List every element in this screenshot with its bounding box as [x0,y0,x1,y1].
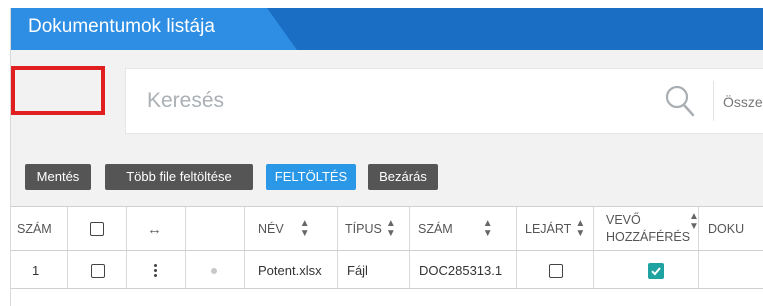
upload-button[interactable]: FELTÖLTÉS [266,164,356,190]
search-icon[interactable] [662,83,698,119]
search-next-field[interactable]: Össze [723,94,763,110]
row-select-checkbox[interactable] [91,252,105,289]
title-bar: Dokumentumok listája [11,8,763,50]
col-header-doku[interactable]: DOKU [708,207,744,251]
table-header: SZÁM ↔ NÉV ▲ ▼ TÍPUS ▲ ▼ SZÁM ▲ ▼ LEJÁRT ▲ ▼… [11,207,763,251]
col-header-tipus[interactable]: TÍPUS ▲ ▼ [345,207,396,251]
file-name[interactable]: Potent.xlsx [258,252,322,289]
close-button[interactable]: Bezárás [368,164,438,190]
title-tab: Dokumentumok listája [11,8,297,50]
col-header-szam2[interactable]: SZÁM ▲ ▼ [418,207,493,251]
col-header-tipus-label: TÍPUS [345,222,382,236]
sort-icon[interactable]: ▲ ▼ [689,212,699,232]
status-dot [211,252,217,289]
check-icon [648,262,664,279]
customer-access-checkbox[interactable] [648,252,664,289]
col-header-szam[interactable]: SZÁM [17,207,52,251]
search-bar: Keresés Össze [125,68,763,134]
window-title: Dokumentumok listája [28,16,215,37]
multi-upload-button[interactable]: Több file feltöltése [105,164,253,190]
col-header-vevo-line2: HOZZÁFÉRÉS [606,230,691,244]
expired-checkbox[interactable] [549,252,563,289]
col-header-vevo[interactable]: VEVŐ HOZZÁFÉRÉS ▲ ▼ [606,207,699,251]
resize-arrows-icon[interactable]: ↔ [147,207,162,251]
sort-icon[interactable]: ▲ ▼ [300,219,310,239]
col-header-nev[interactable]: NÉV ▲ ▼ [258,207,310,251]
col-header-lejart-label: LEJÁRT [525,222,572,236]
row-menu-icon[interactable] [154,252,157,289]
search-divider [713,81,714,121]
table-row[interactable]: 1 Potent.xlsx Fájl DOC285313.1 [11,252,763,289]
row-number: 1 [32,263,40,278]
highlight-box [11,66,105,115]
col-header-lejart[interactable]: LEJÁRT ▲ ▼ [525,207,585,251]
sort-icon[interactable]: ▲ ▼ [575,219,585,239]
col-header-nev-label: NÉV [258,222,284,236]
search-input[interactable]: Keresés [147,89,224,113]
select-all-checkbox[interactable] [90,207,104,251]
col-header-vevo-line1: VEVŐ [606,213,641,227]
documents-table: SZÁM ↔ NÉV ▲ ▼ TÍPUS ▲ ▼ SZÁM ▲ ▼ LEJÁRT ▲ ▼… [11,206,763,306]
sort-icon[interactable]: ▲ ▼ [386,219,396,239]
doc-number: DOC285313.1 [419,263,503,278]
document-list-window: Dokumentumok listája Keresés Össze Menté… [10,8,763,306]
col-header-szam2-label: SZÁM [418,222,453,236]
sort-icon[interactable]: ▲ ▼ [483,219,493,239]
save-button[interactable]: Mentés [25,164,91,190]
file-type: Fájl [347,263,368,278]
